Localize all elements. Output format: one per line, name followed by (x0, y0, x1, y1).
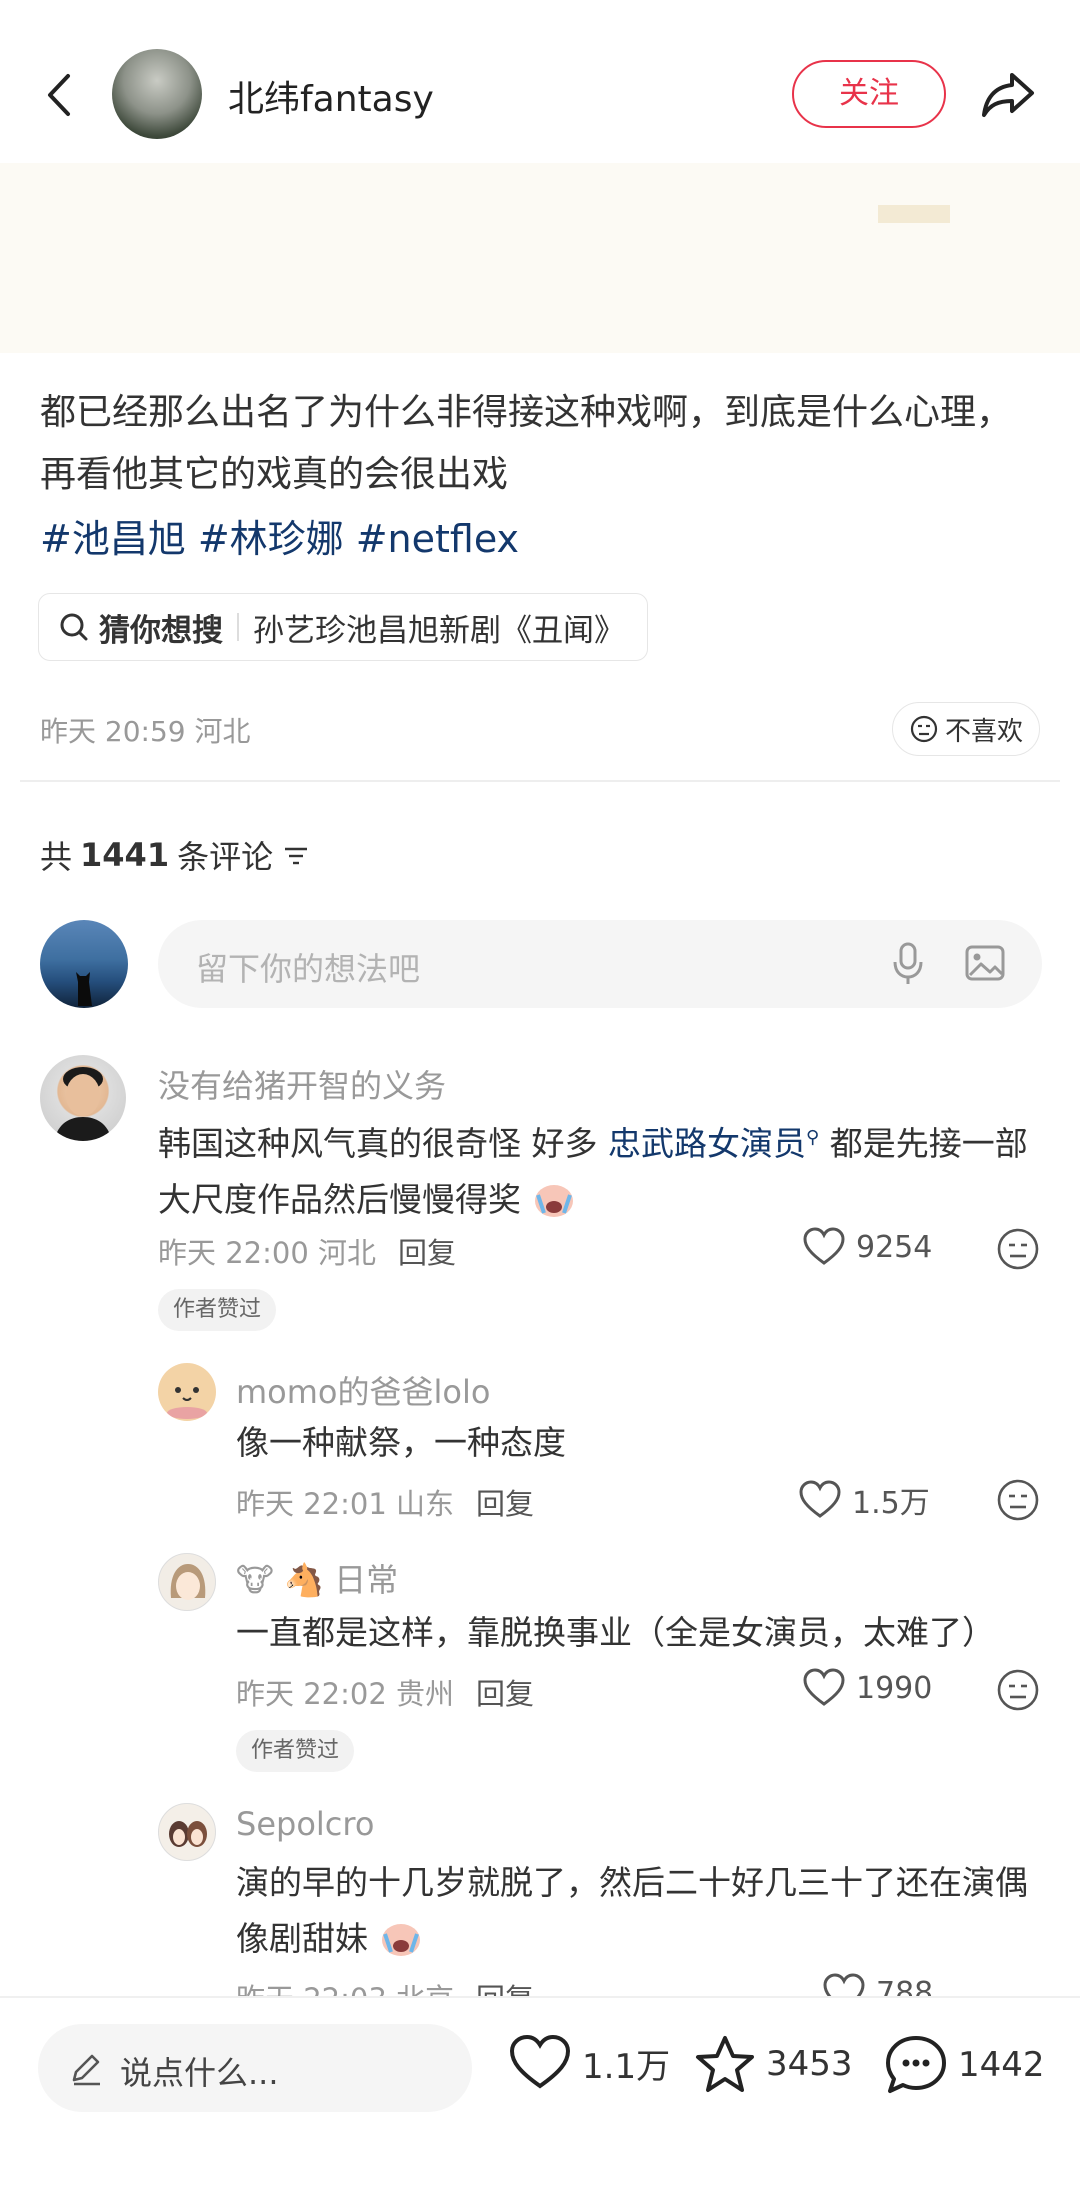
commenter-avatar[interactable] (40, 1055, 126, 1141)
author-liked-badge: 作者赞过 (158, 1289, 277, 1331)
like-button[interactable]: 1990 (802, 1668, 932, 1708)
comment-text-part: 演的早的十几岁就脱了，然后二十好几三十了还在演偶像剧甜妹 (236, 1863, 1028, 1958)
reply-button[interactable]: 回复 (476, 1487, 534, 1521)
post-tags: #池昌旭 #林珍娜 #netflex (40, 508, 531, 563)
reply-button[interactable]: 回复 (398, 1236, 456, 1270)
tag-link[interactable]: #netflex (356, 517, 519, 561)
post-like-count: 1.1万 (582, 2046, 671, 2087)
comment-meta: 昨天 22:02 贵州 回复 (236, 1671, 534, 1713)
anime-pair-icon (169, 1821, 207, 1847)
say-something-input[interactable]: 说点什么... (38, 2024, 472, 2112)
commenter-name-text: 日常 (334, 1561, 399, 1599)
comment-text: 一直都是这样，靠脱换事业（全是女演员，太难了） (236, 1613, 995, 1652)
crying-emoji-icon (534, 1185, 573, 1217)
count-suffix: 条评论 (177, 838, 274, 876)
comment-time: 昨天 22:01 山东 (236, 1487, 455, 1521)
comment-text: 像一种献祭，一种态度 (236, 1423, 566, 1462)
heart-icon (509, 2034, 571, 2089)
microphone-icon[interactable] (890, 940, 926, 988)
image-upload-icon[interactable] (964, 942, 1006, 984)
commenter-name[interactable]: 没有给猪开智的义务 (158, 1061, 446, 1107)
count-value: 1441 (80, 836, 170, 874)
comment-time: 昨天 22:00 河北 (158, 1236, 377, 1270)
suggested-search-chip[interactable]: 猜你想搜 孙艺珍池昌旭新剧《丑闻》 (38, 593, 648, 661)
my-avatar (40, 920, 128, 1008)
comment-button[interactable]: 1442 (884, 2034, 1045, 2096)
anime-girl-icon (170, 1564, 206, 1600)
heart-icon (803, 1227, 845, 1265)
comment-meta: 昨天 22:01 山东 回复 (236, 1481, 534, 1523)
like-button[interactable]: 1.5万 (798, 1478, 930, 1522)
commenter-avatar[interactable] (158, 1363, 216, 1421)
emoji-prefix: 🐮 🐴 (236, 1561, 324, 1599)
author-name[interactable]: 北纬fantasy (228, 70, 434, 122)
filter-icon[interactable] (281, 840, 311, 870)
neutral-face-icon (910, 715, 938, 743)
say-something-placeholder: 说点什么... (120, 2054, 279, 2092)
dislike-face-icon[interactable] (996, 1227, 1040, 1271)
like-count: 1.5万 (852, 1486, 930, 1521)
comment-count: 1442 (958, 2045, 1045, 2085)
commenter-avatar[interactable] (158, 1803, 216, 1861)
search-link[interactable]: 忠武路女演员⚲ (608, 1124, 819, 1163)
search-link-text: 忠武路女演员 (608, 1124, 806, 1163)
cartoon-face-icon (167, 1387, 207, 1419)
commenter-name[interactable]: 🐮 🐴 日常 (236, 1555, 398, 1601)
crying-emoji-icon (381, 1924, 420, 1956)
like-count: 9254 (856, 1229, 933, 1265)
search-icon (60, 613, 88, 641)
comments-count-header[interactable]: 共 1441 条评论 (40, 832, 311, 878)
share-icon[interactable] (978, 65, 1038, 125)
like-count: 1990 (856, 1670, 933, 1706)
back-icon[interactable] (40, 70, 80, 120)
dislike-face-icon[interactable] (996, 1668, 1040, 1712)
tag-link[interactable]: #池昌旭 (40, 517, 186, 561)
comment-input[interactable]: 留下你的想法吧 (158, 920, 1042, 1008)
section-divider (20, 780, 1060, 782)
heart-icon (803, 1668, 845, 1706)
dislike-button[interactable]: 不喜欢 (892, 702, 1040, 756)
person-photo-icon (54, 1067, 112, 1141)
like-button[interactable]: 9254 (802, 1227, 932, 1267)
cat-silhouette-icon (76, 972, 92, 1006)
post-image[interactable] (0, 163, 1080, 353)
comment-time: 昨天 22:02 贵州 (236, 1677, 455, 1711)
bottom-action-bar: 说点什么... 1.1万 3453 1442 (0, 1996, 1080, 2212)
tag-link[interactable]: #林珍娜 (198, 517, 344, 561)
search-chip-label: 猜你想搜 (99, 612, 223, 649)
chat-bubble-icon (886, 2036, 946, 2093)
comment-input-placeholder: 留下你的想法吧 (196, 950, 421, 988)
image-detail (878, 205, 950, 223)
star-icon (696, 2036, 754, 2092)
post-text: 都已经那么出名了为什么非得接这种戏啊，到底是什么心理，再看他其它的戏真的会很出戏 (40, 392, 1013, 495)
commenter-avatar[interactable] (158, 1553, 216, 1611)
comment-text: 韩国这种风气真的很奇怪 好多 忠武路女演员⚲ 都是先接一部大尺度作品然后慢慢得奖 (158, 1110, 1038, 1228)
favorite-count: 3453 (766, 2044, 853, 2084)
count-prefix: 共 (40, 838, 73, 876)
dislike-face-icon[interactable] (996, 1478, 1040, 1522)
divider (237, 613, 239, 641)
dislike-label: 不喜欢 (944, 716, 1023, 747)
commenter-name[interactable]: momo的爸爸lolo (236, 1367, 490, 1413)
favorite-button[interactable]: 3453 (694, 2034, 853, 2094)
author-liked-badge: 作者赞过 (236, 1730, 355, 1772)
reply-button[interactable]: 回复 (476, 1677, 534, 1711)
comment-text-part: 韩国这种风气真的很奇怪 好多 (158, 1124, 598, 1163)
heart-icon (799, 1480, 841, 1518)
commenter-name[interactable]: Sepolcro (236, 1805, 374, 1843)
post-like-button[interactable]: 1.1万 (508, 2034, 670, 2092)
comment-text: 演的早的十几岁就脱了，然后二十好几三十了还在演偶像剧甜妹 (236, 1855, 1036, 1967)
post-meta: 昨天 20:59 河北 (40, 715, 251, 748)
search-chip-query: 孙艺珍池昌旭新剧《丑闻》 (253, 612, 625, 649)
author-avatar[interactable] (112, 49, 202, 139)
follow-button[interactable]: 关注 (792, 60, 946, 128)
comment-meta: 昨天 22:00 河北 回复 (158, 1230, 456, 1272)
pen-icon (72, 2054, 100, 2086)
top-bar: 北纬fantasy 关注 (0, 40, 1080, 150)
